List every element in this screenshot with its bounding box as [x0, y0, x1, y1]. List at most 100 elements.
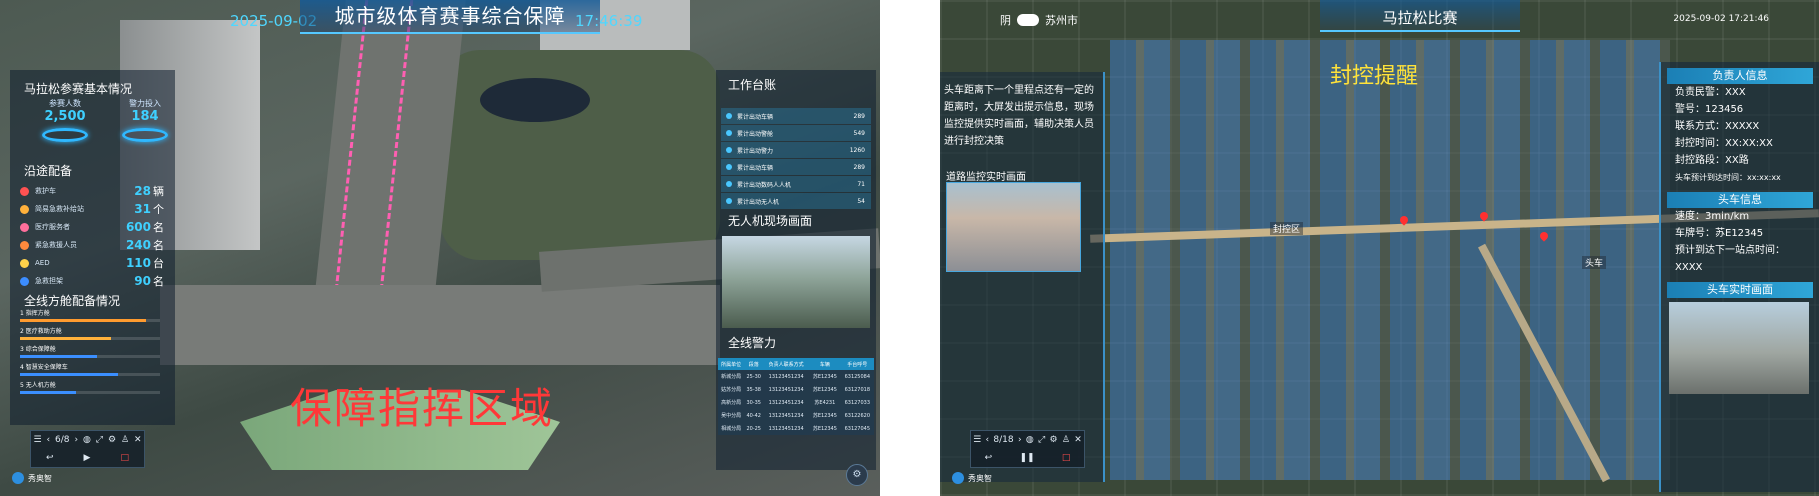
table-cell: 63122620 — [840, 409, 874, 422]
table-cell: 63127045 — [840, 422, 874, 435]
item-unit: 台 — [153, 257, 164, 270]
menu-icon[interactable]: ☰ — [33, 435, 41, 445]
item-unit: 名 — [153, 221, 164, 234]
list-item[interactable]: 累计出动警舱 549 — [721, 125, 871, 141]
police-table: 所属单位 段落 负责人联系方式 车辆 手台呼号 新城分局 25-30 1312345… — [718, 358, 874, 435]
work-value: 289 — [853, 112, 865, 120]
table-cell: 20-25 — [744, 422, 764, 435]
item-value: 31 — [134, 202, 151, 216]
header-time: 2025-09-02 17:21:46 — [1673, 14, 1769, 24]
right-dashboard: 封控区 头车 阴 苏州市 马拉松比赛 2025-09-02 17:21:46 封… — [940, 0, 1819, 496]
table-cell: 姑苏分局 — [718, 383, 745, 396]
list-item[interactable]: 累计出动车辆 289 — [721, 159, 871, 175]
bar-fill — [20, 373, 118, 376]
stat-police: 警力投入 184 — [110, 98, 180, 142]
user-icon[interactable]: ♙ — [121, 435, 129, 445]
item-name: 急救担架 — [35, 277, 63, 285]
separator — [880, 0, 940, 496]
header-bar: 城市级体育赛事综合保障 — [300, 0, 600, 34]
supply-station-icon — [20, 204, 29, 214]
table-row: 相城分局 20-25 13123451234 苏E12345 63127045 — [718, 422, 874, 435]
list-item: 4 智慧安全保障车 — [20, 362, 170, 380]
play-icon[interactable]: ▶ — [84, 453, 91, 463]
user-icon[interactable]: ♙ — [1062, 435, 1070, 445]
item-value: 28 — [134, 184, 151, 198]
bullet-icon — [726, 164, 732, 170]
next-icon[interactable]: › — [74, 435, 78, 445]
road-camera-feed[interactable] — [946, 182, 1081, 272]
list-item[interactable]: 累计出动数码人人机 71 — [721, 176, 871, 192]
globe-icon[interactable]: ◍ — [83, 435, 91, 445]
city-name: 苏州市 — [1045, 14, 1078, 27]
page-title: 城市级体育赛事综合保障 — [334, 4, 566, 28]
prev-icon[interactable]: ‹ — [986, 435, 990, 445]
column-header: 所属单位 — [718, 358, 745, 370]
menu-icon[interactable]: ☰ — [973, 435, 981, 445]
prev-icon[interactable]: ‹ — [46, 435, 50, 445]
car-camera-title: 头车实时画面 — [1667, 282, 1813, 298]
weather-text: 阴 — [1000, 14, 1011, 27]
list-item: 简易急救补给站 31 个 — [20, 200, 170, 218]
fullscreen-icon[interactable]: ⤢ — [96, 435, 103, 445]
gear-icon[interactable]: ⚙ — [108, 435, 116, 445]
next-icon[interactable]: › — [1018, 435, 1022, 445]
work-name: 累计出动警舱 — [737, 130, 774, 138]
table-cell: 63125084 — [840, 370, 874, 383]
leader-info-title: 负责人信息 — [1667, 68, 1813, 84]
pause-icon[interactable]: ❚❚ — [1019, 453, 1034, 463]
scene-toolbar: ☰ ‹ 6/8 › ◍ ⤢ ⚙ ♙ ✕ ↩ ▶ □ — [30, 430, 145, 468]
zone-map-label: 封控区 — [1270, 222, 1304, 235]
table-cell: 13123451234 — [763, 422, 810, 435]
close-icon[interactable]: ✕ — [1074, 435, 1082, 445]
car-map-label: 头车 — [1582, 256, 1607, 269]
alert-description: 头车距离下一个里程点还有一定的距离时，大屏发出提示信息，现场监控提供实时画面，辅… — [944, 85, 1094, 147]
logo-text: 秀奥智 — [968, 473, 992, 483]
list-item[interactable]: 累计出动车辆 289 — [721, 108, 871, 124]
list-item: 医疗服务者 600 名 — [20, 218, 170, 236]
list-item: 2 医疗救助方舱 — [20, 326, 170, 344]
drone-video-feed[interactable] — [722, 236, 870, 328]
bar-fill — [20, 337, 111, 340]
car-camera-feed[interactable] — [1669, 302, 1809, 394]
table-row: 高新分局 30-35 13123451234 苏E4231 63127033 — [718, 396, 874, 409]
table-cell: 30-35 — [744, 396, 764, 409]
globe-icon[interactable]: ◍ — [1026, 435, 1034, 445]
bullet-icon — [726, 181, 732, 187]
stop-icon[interactable]: □ — [1062, 453, 1071, 463]
work-value: 1260 — [849, 146, 865, 154]
gear-icon[interactable]: ⚙ — [1050, 435, 1058, 445]
work-value: 549 — [853, 129, 865, 137]
bullet-icon — [726, 113, 732, 119]
list-item: 紧急救援人员 240 名 — [20, 236, 170, 254]
aed-icon — [20, 258, 29, 268]
cabin-section-title: 全线方舱配备情况 — [24, 294, 121, 308]
drone-section-title: 无人机现场画面 — [728, 214, 813, 228]
page-indicator: 6/8 — [55, 435, 70, 445]
list-item: AED 110 台 — [20, 254, 170, 272]
cloud-icon — [1017, 14, 1039, 26]
list-item[interactable]: 累计出动无人机 54 — [721, 193, 871, 209]
bar-track — [20, 391, 160, 394]
stop-icon[interactable]: □ — [120, 453, 129, 463]
leader-info-row: 封控路段：XX路 — [1675, 155, 1749, 166]
close-icon[interactable]: ✕ — [134, 435, 142, 445]
table-header-row: 所属单位 段落 负责人联系方式 车辆 手台呼号 — [718, 358, 874, 370]
back-icon[interactable]: ↩ — [46, 453, 54, 463]
car-info-row: XXXX — [1675, 262, 1703, 273]
leader-info-row: 联系方式：XXXXX — [1675, 121, 1760, 132]
fullscreen-icon[interactable]: ⤢ — [1038, 435, 1045, 445]
back-icon[interactable]: ↩ — [985, 453, 993, 463]
list-item[interactable]: 累计出动警力 1260 — [721, 142, 871, 158]
item-value: 600 — [125, 220, 151, 234]
bullet-icon — [726, 198, 732, 204]
bar-fill — [20, 391, 76, 394]
list-item: 救护车 28 辆 — [20, 182, 170, 200]
table-cell: 63127033 — [840, 396, 874, 409]
bar-track — [20, 337, 160, 340]
ring-icon — [122, 128, 168, 142]
stat-label: 警力投入 — [129, 99, 161, 108]
car-info-title: 头车信息 — [1667, 192, 1813, 208]
rescue-icon — [20, 240, 29, 250]
settings-circle-button[interactable]: ⚙ — [846, 464, 868, 486]
command-zone-label: 保障指挥区域 — [290, 384, 555, 433]
